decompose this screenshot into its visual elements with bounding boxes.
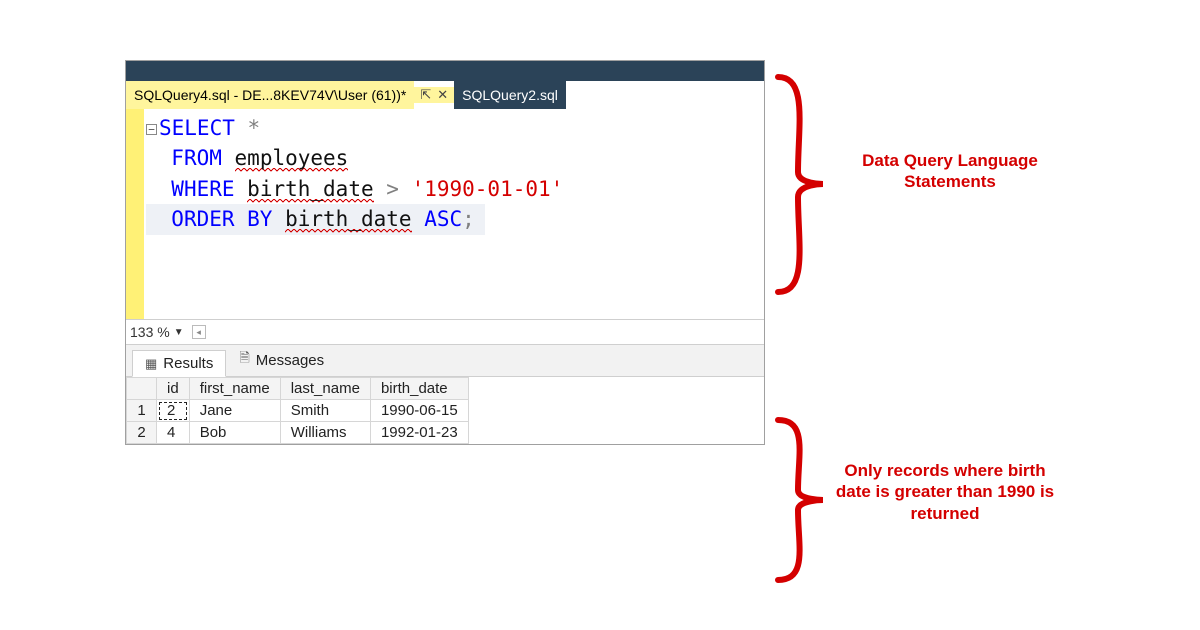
- output-tabs: ▦ Results 🗎 Messages: [126, 345, 764, 377]
- kw-where: WHERE: [171, 177, 234, 201]
- brace-top: [768, 72, 828, 297]
- results-grid-wrap: id first_name last_name birth_date 1 2 J…: [126, 377, 764, 444]
- tab-results-label: Results: [163, 355, 213, 372]
- cell-birthdate[interactable]: 1990-06-15: [370, 400, 468, 422]
- col-firstname[interactable]: first_name: [189, 378, 280, 400]
- zoom-value: 133 %: [130, 324, 170, 340]
- messages-icon: 🗎: [239, 349, 249, 371]
- zoom-dropdown[interactable]: 133 % ▼: [130, 324, 184, 340]
- col-birthdate[interactable]: birth_date: [370, 378, 468, 400]
- cell-lastname[interactable]: Smith: [280, 400, 370, 422]
- pin-tab-icon[interactable]: ⇱: [420, 87, 431, 103]
- col-id[interactable]: id: [157, 378, 190, 400]
- cell-rownum: 2: [127, 422, 157, 444]
- cell-lastname[interactable]: Williams: [280, 422, 370, 444]
- ident-birthdate-order: birth_date: [285, 207, 411, 235]
- document-tab-bar: SQLQuery4.sql - DE...8KEV74V\User (61))*…: [126, 81, 764, 109]
- annotation-bottom: Only records where birth date is greater…: [835, 460, 1055, 524]
- op-gt: >: [386, 177, 399, 201]
- ident-birthdate-where: birth_date: [247, 177, 373, 205]
- close-tab-icon[interactable]: ✕: [437, 87, 448, 103]
- grid-header-row: id first_name last_name birth_date: [127, 378, 469, 400]
- tab-sqlquery2[interactable]: SQLQuery2.sql: [454, 81, 566, 109]
- code-text[interactable]: −SELECT * FROM employees WHERE birth_dat…: [144, 109, 764, 319]
- ident-employees: employees: [235, 146, 349, 174]
- table-row[interactable]: 2 4 Bob Williams 1992-01-23: [127, 422, 469, 444]
- literal-date: '1990-01-01': [412, 177, 564, 201]
- table-row[interactable]: 1 2 Jane Smith 1990-06-15: [127, 400, 469, 422]
- cell-firstname[interactable]: Jane: [189, 400, 280, 422]
- cell-id[interactable]: 2: [157, 400, 190, 422]
- chevron-down-icon: ▼: [174, 327, 184, 338]
- kw-asc: ASC: [424, 207, 462, 231]
- ssms-window: SQLQuery4.sql - DE...8KEV74V\User (61))*…: [125, 60, 765, 445]
- brace-bottom: [768, 415, 828, 585]
- col-lastname[interactable]: last_name: [280, 378, 370, 400]
- cell-id[interactable]: 4: [157, 422, 190, 444]
- kw-from: FROM: [171, 146, 222, 170]
- kw-orderby: ORDER BY: [171, 207, 272, 231]
- star: *: [235, 116, 260, 140]
- tab-actions: ⇱ ✕: [414, 87, 454, 103]
- results-grid[interactable]: id first_name last_name birth_date 1 2 J…: [126, 377, 469, 444]
- tab-sqlquery4[interactable]: SQLQuery4.sql - DE...8KEV74V\User (61))*: [126, 81, 414, 109]
- tab-messages[interactable]: 🗎 Messages: [226, 344, 337, 376]
- cell-birthdate[interactable]: 1992-01-23: [370, 422, 468, 444]
- tab-results[interactable]: ▦ Results: [132, 350, 226, 377]
- modified-gutter: [126, 109, 144, 319]
- cell-firstname[interactable]: Bob: [189, 422, 280, 444]
- fold-toggle-icon[interactable]: −: [146, 124, 157, 135]
- tab-messages-label: Messages: [256, 352, 324, 369]
- semi: ;: [462, 207, 475, 231]
- zoom-bar: 133 % ▼ ◂: [126, 319, 764, 345]
- kw-select: SELECT: [159, 116, 235, 140]
- title-bar: [126, 61, 764, 81]
- code-editor[interactable]: −SELECT * FROM employees WHERE birth_dat…: [126, 109, 764, 319]
- cell-rownum: 1: [127, 400, 157, 422]
- col-rownum[interactable]: [127, 378, 157, 400]
- scroll-left-icon[interactable]: ◂: [192, 325, 206, 339]
- grid-icon: ▦: [145, 356, 157, 372]
- annotation-top: Data Query Language Statements: [840, 150, 1060, 193]
